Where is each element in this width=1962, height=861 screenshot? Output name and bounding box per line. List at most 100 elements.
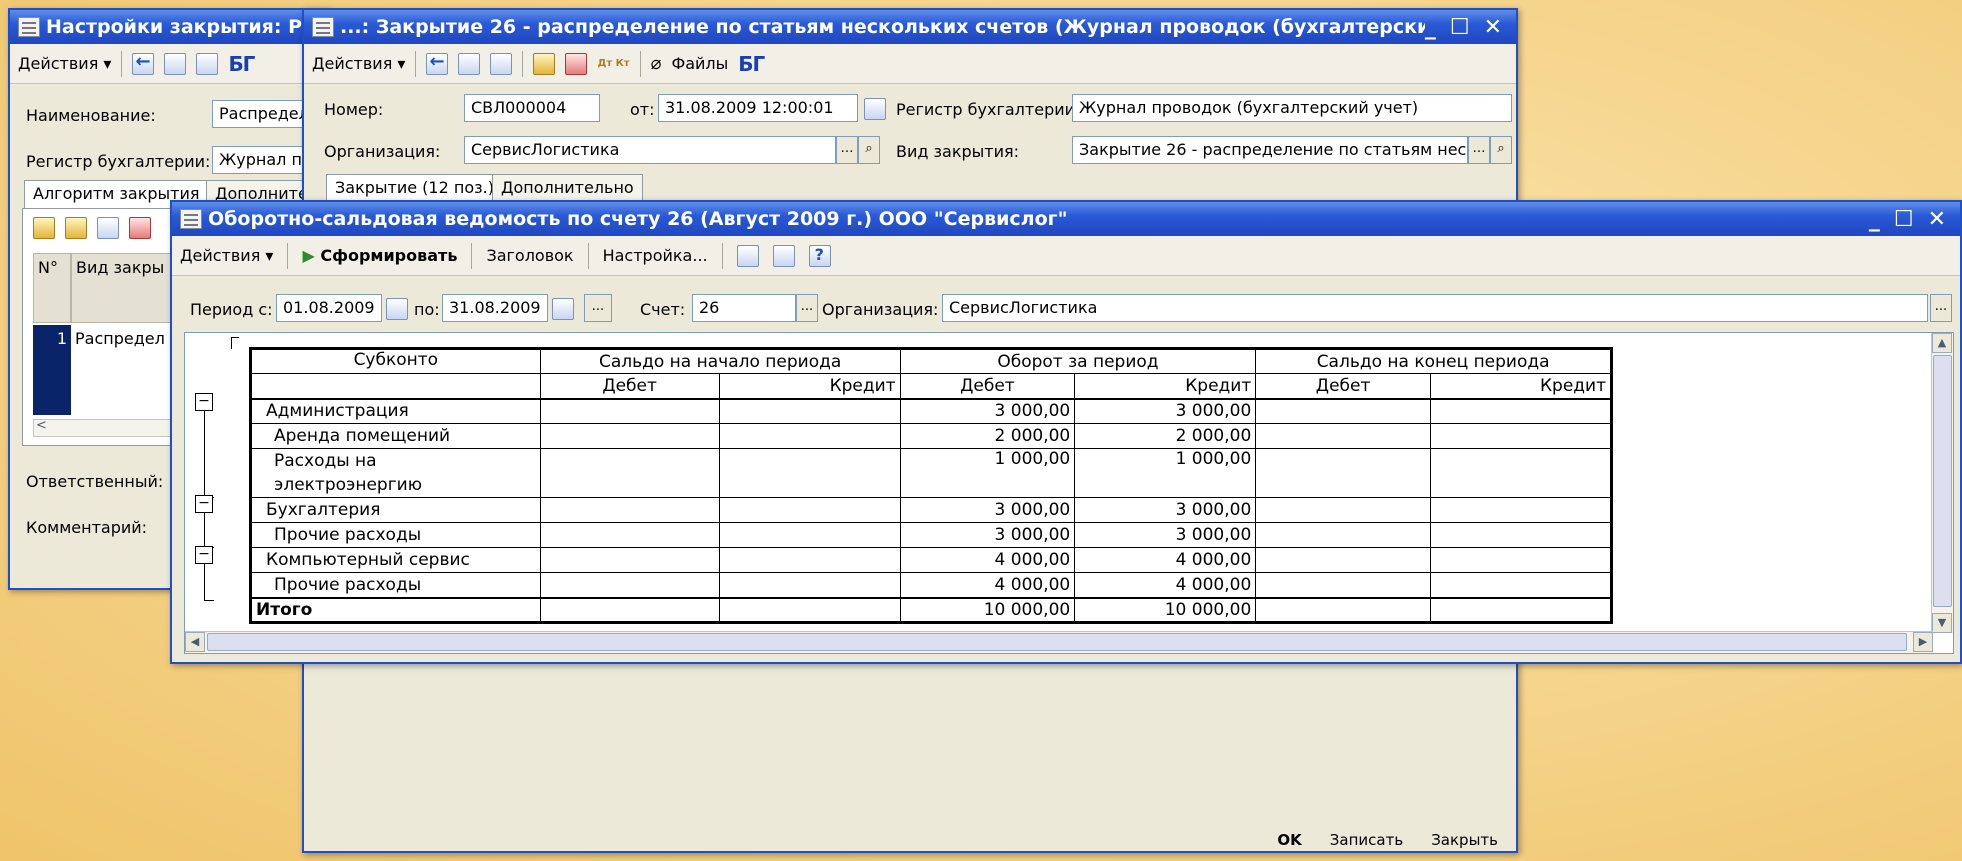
maximize-icon[interactable]: ☐: [1894, 207, 1914, 232]
grid-row-kind[interactable]: Распредел: [75, 329, 165, 348]
close-icon[interactable]: ✕: [1484, 15, 1502, 40]
row-turnover-debit: 4 000,00: [899, 547, 1076, 573]
swap-icon[interactable]: [196, 52, 219, 75]
row-turnover-debit: 2 000,00: [899, 423, 1076, 449]
actions-menu[interactable]: Действия ▾: [180, 246, 273, 265]
row-closing-credit: [1429, 497, 1614, 523]
close-button[interactable]: Закрыть: [1425, 831, 1504, 849]
minimize-icon[interactable]: _: [1869, 207, 1880, 232]
settings-button[interactable]: Настройка...: [603, 246, 708, 265]
maximize-icon[interactable]: ☐: [1450, 15, 1470, 40]
account-select-button[interactable]: ...: [796, 294, 818, 322]
collapse-admin-icon[interactable]: −: [195, 393, 213, 411]
actions-menu[interactable]: Действия ▾: [312, 54, 405, 73]
bt-icon[interactable]: БГ: [738, 52, 765, 76]
subheader-debit: Дебет: [1255, 373, 1431, 400]
organization-field[interactable]: СервисЛогистика: [464, 136, 836, 164]
tab-closing-positions[interactable]: Закрытие (12 поз.): [326, 174, 503, 202]
account-field[interactable]: 26: [692, 294, 796, 322]
table-row[interactable]: Бухгалтерия 3 000,00 3 000,00: [249, 497, 1614, 523]
select-closing-kind-button[interactable]: …: [1468, 136, 1490, 164]
scroll-thumb[interactable]: [1933, 355, 1952, 607]
tab-additional[interactable]: Дополнительно: [492, 174, 643, 202]
transfer-icon[interactable]: [772, 244, 795, 267]
save-button[interactable]: Записать: [1324, 831, 1409, 849]
select-organization-button[interactable]: …: [836, 136, 858, 164]
subheader-debit: Дебет: [899, 373, 1076, 400]
gutter-guide-line: [231, 337, 232, 349]
minimize-icon[interactable]: _: [1425, 15, 1436, 40]
period-select-button[interactable]: ...: [584, 294, 612, 322]
table-row[interactable]: Прочие расходы 3 000,00 3 000,00: [249, 522, 1614, 548]
row-turnover-debit: 4 000,00: [899, 572, 1076, 598]
scroll-left-icon[interactable]: ◀: [185, 632, 205, 652]
organization-field[interactable]: СервисЛогистика: [942, 294, 1928, 322]
scroll-down-icon[interactable]: ▼: [1932, 613, 1952, 633]
table-row[interactable]: Компьютерный сервис 4 000,00 4 000,00: [249, 547, 1614, 573]
dt-kt-icon[interactable]: Дт Кт: [597, 58, 629, 69]
ok-button[interactable]: OK: [1271, 831, 1307, 849]
toolbar-separator: [287, 242, 289, 269]
closing-settings-titlebar[interactable]: Настройки закрытия: Распр: [10, 10, 326, 44]
row-closing-credit: [1429, 522, 1614, 548]
grid-row-selected-no[interactable]: 1: [33, 325, 71, 415]
table-row[interactable]: Администрация 3 000,00 3 000,00: [249, 398, 1614, 424]
actions-menu[interactable]: Действия ▾: [18, 54, 111, 73]
header-closing-balance: Сальдо на конец периода: [1255, 347, 1613, 374]
back-arrow-icon[interactable]: [132, 51, 155, 75]
closing-kind-field[interactable]: Закрытие 26 - распределение по статьям н…: [1072, 136, 1468, 164]
help-icon[interactable]: [808, 244, 831, 267]
open-closing-kind-icon[interactable]: ⌕: [1490, 136, 1512, 164]
report-subheader-row: Дебет Кредит Дебет Кредит Дебет Кредит: [249, 373, 1614, 400]
collapse-computer-service-icon[interactable]: −: [195, 546, 213, 564]
paperclip-icon[interactable]: ⌀: [651, 53, 662, 74]
swap-icon[interactable]: [490, 52, 513, 75]
scroll-up-icon[interactable]: ▲: [1932, 333, 1952, 353]
unpost-document-icon[interactable]: [565, 52, 588, 75]
files-button[interactable]: Файлы: [671, 54, 728, 73]
add-group-icon[interactable]: [65, 217, 87, 239]
total-row[interactable]: Итого 10 000,00 10 000,00: [249, 596, 1614, 624]
row-turnover-debit: 3 000,00: [899, 522, 1076, 548]
period-from-field[interactable]: 01.08.2009: [276, 294, 382, 322]
scroll-left-icon[interactable]: <: [36, 418, 47, 433]
move-icon[interactable]: [97, 217, 119, 239]
table-row[interactable]: Прочие расходы 4 000,00 4 000,00: [249, 572, 1614, 598]
calendar-from-icon[interactable]: [386, 298, 408, 320]
trial-balance-titlebar[interactable]: Оборотно-сальдовая ведомость по счету 26…: [172, 202, 1960, 236]
row-closing-debit: [1255, 572, 1431, 598]
header-button[interactable]: Заголовок: [486, 246, 573, 265]
organization-label: Организация:: [822, 300, 939, 319]
subheader-empty: [249, 373, 541, 400]
date-field[interactable]: 31.08.2009 12:00:01: [658, 94, 858, 122]
table-row[interactable]: Расходы на электроэнергию 1 000,00 1 000…: [249, 448, 1614, 498]
refresh-icon[interactable]: [164, 52, 187, 75]
report-toolbar: Действия ▾ ▶ Сформировать Заголовок Наст…: [172, 236, 1960, 276]
table-row[interactable]: Аренда помещений 2 000,00 2 000,00: [249, 423, 1614, 449]
add-row-icon[interactable]: [33, 217, 55, 239]
calendar-icon[interactable]: [864, 98, 886, 120]
h-scroll-thumb[interactable]: [207, 633, 1907, 651]
decrypt-icon[interactable]: [736, 244, 759, 267]
bt-icon[interactable]: БГ: [228, 52, 255, 76]
refresh-icon[interactable]: [458, 52, 481, 75]
back-arrow-icon[interactable]: [426, 51, 449, 75]
vertical-scrollbar[interactable]: ▲ ▼: [1931, 333, 1953, 633]
register-field[interactable]: Журнал проводок (бухгалтерский учет): [1072, 94, 1512, 122]
scroll-right-icon[interactable]: ▶: [1913, 632, 1933, 652]
delete-icon[interactable]: [129, 217, 151, 239]
close-icon[interactable]: ✕: [1928, 207, 1946, 232]
closing-document-titlebar[interactable]: ...: Закрытие 26 - распределение по стат…: [304, 10, 1516, 44]
number-field[interactable]: СВЛ000004: [464, 94, 600, 122]
post-document-icon[interactable]: [533, 52, 556, 75]
horizontal-scrollbar[interactable]: ◀ ▶: [185, 631, 1933, 653]
calendar-to-icon[interactable]: [552, 298, 574, 320]
collapse-accounting-icon[interactable]: −: [195, 495, 213, 513]
closing-kind-label: Вид закрытия:: [896, 142, 1020, 161]
row-closing-credit: [1429, 448, 1614, 498]
open-organization-icon[interactable]: ⌕: [858, 136, 880, 164]
period-to-field[interactable]: 31.08.2009: [442, 294, 548, 322]
gutter-guide-line: [231, 337, 239, 338]
organization-select-button[interactable]: ...: [1930, 294, 1952, 322]
generate-button[interactable]: ▶ Сформировать: [302, 246, 457, 265]
